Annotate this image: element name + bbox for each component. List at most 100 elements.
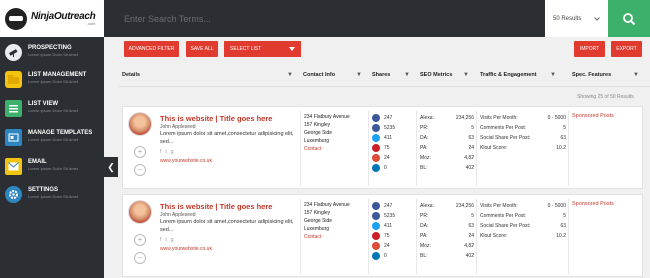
results-count-select[interactable]: 50 Results <box>545 0 608 37</box>
metric-label: Moz: <box>420 155 431 161</box>
share-count: 247 <box>384 203 393 209</box>
results-count-label: 50 Results <box>553 15 582 22</box>
metric-value: 5 <box>471 213 474 219</box>
metric-label: Moz: <box>420 243 431 249</box>
facebook-icon <box>372 114 380 122</box>
sidebar-item-list-management[interactable]: LIST MANAGEMENT Lorem Ipsum Dolor Sit Am… <box>0 67 104 93</box>
divider <box>416 199 417 274</box>
filter-icon[interactable]: ▼ <box>463 72 469 78</box>
divider <box>300 199 301 274</box>
google-icon[interactable]: g <box>171 237 174 243</box>
logo-title: NinjaOutreach <box>31 10 96 22</box>
contact-link[interactable]: Contact <box>304 145 350 153</box>
column-header-contact[interactable]: Contact Info <box>303 72 335 78</box>
logo[interactable]: NinjaOutreach .com <box>0 0 104 37</box>
avatar <box>128 200 152 224</box>
template-icon <box>5 129 22 146</box>
export-button[interactable]: EXPORT <box>611 41 642 57</box>
search-input[interactable] <box>124 11 424 27</box>
site-title[interactable]: This is website | Title goes here <box>160 114 272 123</box>
address-line: George Side <box>304 218 333 224</box>
filter-icon[interactable]: ▼ <box>287 72 293 78</box>
select-list-label: SELECT LIST <box>230 46 262 52</box>
column-header-traffic[interactable]: Traffic & Engagement <box>480 72 537 78</box>
facebook-icon[interactable]: f <box>160 149 161 155</box>
metric-value: 63 <box>560 223 566 229</box>
column-header-shares[interactable]: Shares <box>372 72 390 78</box>
seo-metrics: Alexa: 234,256 PR: 5 DA: 63 PA: 24 Moz: 4,82 … <box>420 201 474 261</box>
save-all-button[interactable]: SAVE ALL <box>186 41 218 57</box>
metric-value: 0 - 5000 <box>547 203 566 209</box>
share-count: 411 <box>384 135 392 141</box>
filter-icon[interactable]: ▼ <box>550 72 556 78</box>
pinterest-icon <box>372 144 380 152</box>
sidebar-item-label: SETTINGS <box>28 187 59 193</box>
seo-metrics: Alexa: 234,256 PR: 5 DA: 63 PA: 24 Moz: 4,82 … <box>420 113 474 173</box>
address-line: 234 Flatbury Avenue <box>304 114 350 120</box>
address-line: 234 Flatbury Avenue <box>304 202 350 208</box>
metric-label: Alexa: <box>420 203 434 209</box>
metric-value: 5 <box>563 213 566 219</box>
chevron-down-icon <box>289 47 295 51</box>
site-title[interactable]: This is website | Title goes here <box>160 202 272 211</box>
share-count: 0 <box>384 253 387 259</box>
sidebar-item-manage-templates[interactable]: MANAGE TEMPLATES Lorem Ipsum Dolor Sit A… <box>0 125 104 151</box>
shares-list: 247 5235 411 75 24 0 <box>372 113 395 173</box>
divider <box>300 111 301 186</box>
sidebar: NinjaOutreach .com PROSPECTING Lorem Ips… <box>0 0 104 278</box>
sidebar-item-sublabel: Lorem Ipsum Dolor Sit Amet <box>28 137 79 142</box>
twitter-icon <box>372 222 380 230</box>
sidebar-item-sublabel: Lorem Ipsum Dolor Sit Amet <box>28 52 79 57</box>
filter-icon[interactable]: ▼ <box>404 72 410 78</box>
list-icon <box>5 100 22 117</box>
import-button[interactable]: IMPORT <box>574 41 605 57</box>
sidebar-item-settings[interactable]: SETTINGS Lorem Ipsum Dolor Sit Amet <box>0 182 104 208</box>
select-list-dropdown[interactable]: SELECT LIST <box>224 41 301 57</box>
ninja-logo-icon <box>5 7 27 30</box>
sidebar-item-label: EMAIL <box>28 159 47 165</box>
google-icon[interactable]: g <box>171 149 174 155</box>
sidebar-collapse-button[interactable]: ❮ <box>104 157 118 177</box>
metric-value: 10.2 <box>556 145 566 151</box>
site-link[interactable]: www.yourwebsite.co.uk <box>160 158 212 164</box>
table-row[interactable]: + − This is website | Title goes here Jo… <box>122 106 643 189</box>
gear-icon <box>5 186 22 203</box>
column-header-features[interactable]: Spec. Features <box>572 72 611 78</box>
divider <box>416 111 417 186</box>
remove-button[interactable]: − <box>134 252 146 264</box>
site-link[interactable]: www.yourwebsite.co.uk <box>160 246 212 252</box>
add-button[interactable]: + <box>134 146 146 158</box>
table-row[interactable]: + − This is website | Title goes here Jo… <box>122 194 643 277</box>
metric-value: 24 <box>468 233 474 239</box>
contact-info: 234 Flatbury Avenue 157 Kingley George S… <box>304 113 350 153</box>
divider <box>568 199 569 274</box>
sidebar-item-sublabel: Lorem Ipsum Dolor Sit Amet <box>28 79 79 84</box>
filter-icon[interactable]: ▼ <box>356 72 362 78</box>
folder-icon <box>5 71 22 88</box>
contact-link[interactable]: Contact <box>304 233 350 241</box>
divider <box>476 199 477 274</box>
filter-icon[interactable]: ▼ <box>633 72 639 78</box>
search-button[interactable] <box>608 0 650 37</box>
metric-label: Social Share Per Post: <box>480 135 531 141</box>
column-header-seo[interactable]: SEO Metrics <box>420 72 452 78</box>
advanced-filter-button[interactable]: ADVANCED FILTER <box>124 41 179 57</box>
metric-value: 234,256 <box>455 203 474 209</box>
share-count: 0 <box>384 165 387 171</box>
metric-value: 402 <box>465 253 474 259</box>
add-button[interactable]: + <box>134 234 146 246</box>
sidebar-item-label: MANAGE TEMPLATES <box>28 130 93 136</box>
column-header-details[interactable]: Details <box>122 72 140 78</box>
sidebar-item-sublabel: Lorem Ipsum Dolor Sit Amet <box>28 166 79 171</box>
sidebar-item-list-view[interactable]: LIST VIEW Lorem Ipsum Dolor Sit Amet <box>0 96 104 122</box>
remove-button[interactable]: − <box>134 164 146 176</box>
sidebar-item-sublabel: Lorem Ipsum Dolor Sit Amet <box>28 194 79 199</box>
metric-label: PA: <box>420 233 428 239</box>
facebook-icon[interactable]: f <box>160 237 161 243</box>
telescope-icon <box>5 44 22 61</box>
twitter-icon[interactable]: t <box>165 149 166 155</box>
twitter-icon[interactable]: t <box>165 237 166 243</box>
logo-subtitle: .com <box>86 20 96 26</box>
sidebar-item-email[interactable]: EMAIL Lorem Ipsum Dolor Sit Amet <box>0 154 104 180</box>
sidebar-item-prospecting[interactable]: PROSPECTING Lorem Ipsum Dolor Sit Amet <box>0 40 104 66</box>
